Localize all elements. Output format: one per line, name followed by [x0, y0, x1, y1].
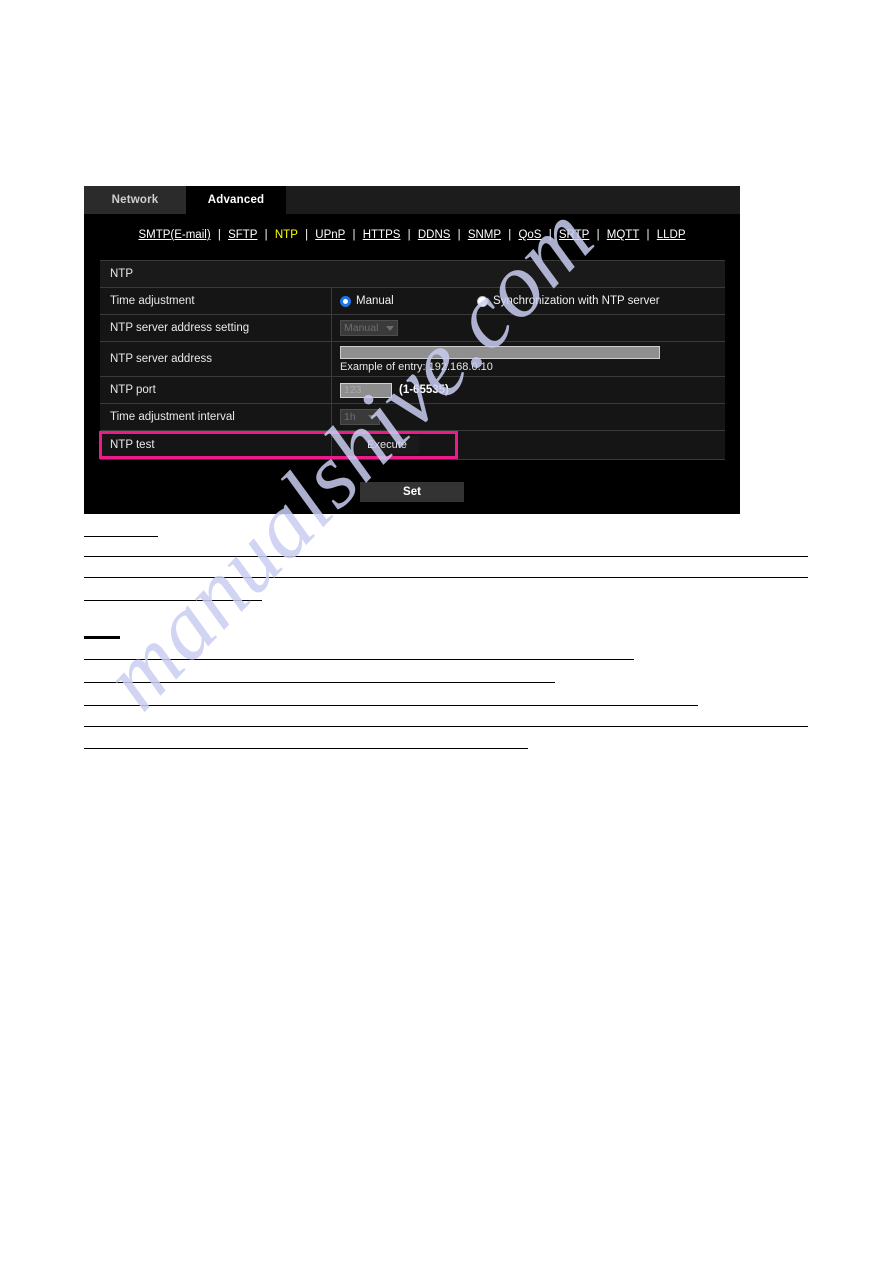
table-section-header: NTP	[100, 261, 725, 288]
redacted-line	[84, 536, 158, 537]
chevron-down-icon	[368, 414, 376, 420]
adjustment-interval-value: 1h	[344, 411, 356, 423]
nav-link-upnp[interactable]: UPnP	[314, 229, 346, 241]
label-server-address-setting: NTP server address setting	[100, 315, 332, 341]
server-address-setting-value: Manual	[344, 322, 379, 334]
row-server-address: NTP server address Example of entry: 192…	[100, 342, 725, 377]
redacted-line	[84, 682, 555, 683]
value-time-adjustment: Manual Synchronization with NTP server	[332, 288, 725, 314]
row-server-address-setting: NTP server address setting Manual	[100, 315, 725, 342]
execute-button[interactable]: Execute	[355, 436, 419, 454]
value-adjustment-interval: 1h	[332, 404, 725, 430]
nav-separator: |	[217, 229, 221, 241]
tab-network[interactable]: Network	[84, 186, 186, 214]
nav-link-mqtt[interactable]: MQTT	[606, 229, 641, 241]
nav-separator: |	[548, 229, 552, 241]
nav-separator: |	[352, 229, 356, 241]
footer-bar: Set	[84, 470, 740, 514]
label-adjustment-interval: Time adjustment interval	[100, 404, 332, 430]
nav-separator: |	[596, 229, 600, 241]
set-button[interactable]: Set	[360, 482, 464, 502]
nav-separator: |	[407, 229, 411, 241]
value-ntp-test: Execute	[332, 431, 725, 459]
redacted-line	[84, 705, 698, 706]
nav-separator: |	[305, 229, 309, 241]
value-server-address-setting: Manual	[332, 315, 725, 341]
label-ntp-test: NTP test	[100, 431, 332, 459]
redacted-line	[84, 600, 262, 601]
redacted-line	[84, 556, 808, 557]
server-address-setting-select[interactable]: Manual	[340, 320, 398, 336]
radio-selected-icon	[340, 295, 351, 307]
server-address-input[interactable]	[340, 346, 660, 359]
tab-bar-filler	[286, 186, 740, 214]
value-server-address: Example of entry: 192.168.0.10	[332, 342, 725, 376]
nav-link-ntp[interactable]: NTP	[274, 229, 299, 241]
nav-link-https[interactable]: HTTPS	[362, 229, 402, 241]
redacted-line	[84, 577, 808, 578]
row-ntp-port: NTP port 123 (1-65535)	[100, 377, 725, 404]
redacted-line	[84, 636, 120, 639]
nav-separator: |	[508, 229, 512, 241]
nav-separator: |	[646, 229, 650, 241]
radio-sync-label: Synchronization with NTP server	[493, 295, 660, 307]
radio-manual[interactable]: Manual	[340, 295, 477, 307]
settings-screenshot: Network Advanced SMTP(E-mail) | SFTP | N…	[84, 186, 740, 514]
nav-separator: |	[457, 229, 461, 241]
ntp-port-input[interactable]: 123	[340, 382, 392, 398]
radio-unselected-icon	[477, 295, 488, 307]
nav-link-sftp[interactable]: SFTP	[227, 229, 258, 241]
section-nav-links: SMTP(E-mail) | SFTP | NTP | UPnP | HTTPS…	[137, 229, 686, 241]
redacted-line	[84, 748, 528, 749]
redacted-line	[84, 659, 634, 660]
tab-advanced[interactable]: Advanced	[186, 186, 286, 214]
row-adjustment-interval: Time adjustment interval 1h	[100, 404, 725, 431]
row-ntp-test: NTP test Execute	[100, 431, 725, 460]
chevron-down-icon	[386, 325, 394, 331]
label-time-adjustment: Time adjustment	[100, 288, 332, 314]
server-address-hint: Example of entry: 192.168.0.10	[340, 361, 493, 373]
value-ntp-port: 123 (1-65535)	[332, 377, 725, 403]
ntp-port-range: (1-65535)	[399, 384, 449, 396]
radio-manual-label: Manual	[356, 295, 394, 307]
label-ntp-port: NTP port	[100, 377, 332, 403]
nav-link-srtp[interactable]: SRTP	[558, 229, 590, 241]
section-nav: SMTP(E-mail) | SFTP | NTP | UPnP | HTTPS…	[84, 214, 740, 250]
nav-link-lldp[interactable]: LLDP	[656, 229, 687, 241]
nav-link-ddns[interactable]: DDNS	[417, 229, 452, 241]
redacted-line	[84, 726, 808, 727]
nav-link-qos[interactable]: QoS	[517, 229, 542, 241]
section-title: NTP	[110, 268, 133, 280]
label-server-address: NTP server address	[100, 342, 332, 376]
nav-link-snmp[interactable]: SNMP	[467, 229, 502, 241]
radio-sync-ntp[interactable]: Synchronization with NTP server	[477, 295, 660, 307]
nav-link-smtp[interactable]: SMTP(E-mail)	[137, 229, 211, 241]
row-time-adjustment: Time adjustment Manual Synchronization w…	[100, 288, 725, 315]
tab-bar: Network Advanced	[84, 186, 740, 214]
ntp-settings-table: NTP Time adjustment Manual Synchronizati…	[100, 260, 725, 460]
nav-separator: |	[264, 229, 268, 241]
adjustment-interval-select[interactable]: 1h	[340, 409, 380, 425]
panel-gap	[84, 462, 740, 470]
time-adjustment-radiogroup: Manual Synchronization with NTP server	[340, 295, 660, 307]
